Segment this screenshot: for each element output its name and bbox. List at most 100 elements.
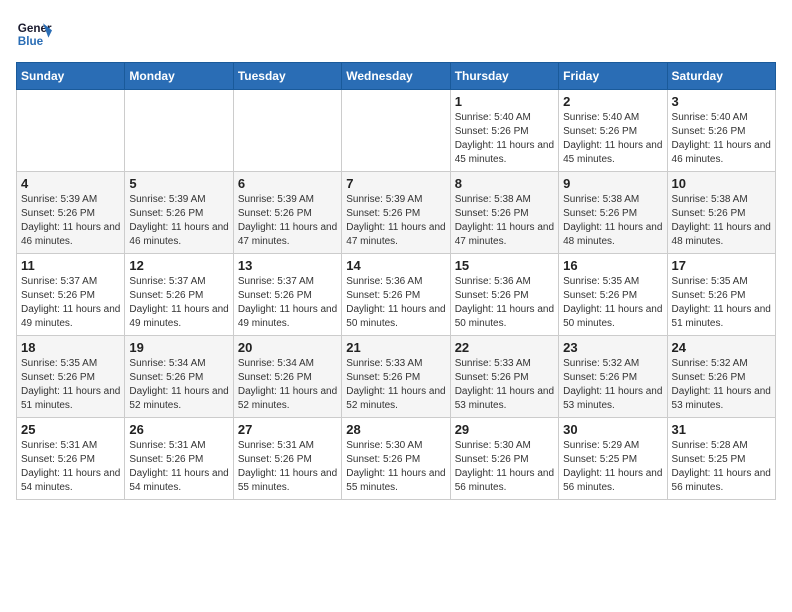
day-number: 11 <box>21 258 120 273</box>
calendar-cell: 19 Sunrise: 5:34 AMSunset: 5:26 PMDayligh… <box>125 336 233 418</box>
day-info: Sunrise: 5:31 AMSunset: 5:26 PMDaylight:… <box>129 439 228 495</box>
calendar-cell: 29 Sunrise: 5:30 AMSunset: 5:26 PMDayligh… <box>450 418 558 500</box>
svg-text:Blue: Blue <box>18 35 44 48</box>
calendar-body: 1 Sunrise: 5:40 AMSunset: 5:26 PMDaylight… <box>17 90 776 500</box>
calendar-cell: 16 Sunrise: 5:35 AMSunset: 5:26 PMDayligh… <box>559 254 667 336</box>
day-info: Sunrise: 5:28 AMSunset: 5:25 PMDaylight:… <box>672 439 771 495</box>
calendar-cell: 3Sunrise: 5:40 AMSunset: 5:26 PMDaylight… <box>667 90 775 172</box>
day-number: 29 <box>455 422 554 437</box>
day-info: Sunrise: 5:40 AMSunset: 5:26 PMDaylight:… <box>455 111 554 167</box>
calendar-cell: 1 Sunrise: 5:40 AMSunset: 5:26 PMDaylight… <box>450 90 558 172</box>
calendar-cell <box>17 90 125 172</box>
calendar-cell: 21Sunrise: 5:33 AMSunset: 5:26 PMDayligh… <box>342 336 450 418</box>
day-info: Sunrise: 5:30 AMSunset: 5:26 PMDaylight:… <box>455 439 554 495</box>
page-header: General Blue <box>16 16 776 52</box>
day-number: 10 <box>672 176 771 191</box>
day-number: 5 <box>129 176 228 191</box>
day-number: 26 <box>129 422 228 437</box>
weekday-header: Tuesday <box>233 63 341 90</box>
day-number: 6 <box>238 176 337 191</box>
calendar-cell: 13 Sunrise: 5:37 AMSunset: 5:26 PMDayligh… <box>233 254 341 336</box>
logo-icon: General Blue <box>16 16 52 52</box>
day-info: Sunrise: 5:34 AMSunset: 5:26 PMDaylight:… <box>238 357 337 413</box>
calendar-week-row: 18 Sunrise: 5:35 AMSunset: 5:26 PMDayligh… <box>17 336 776 418</box>
calendar-cell: 4 Sunrise: 5:39 AMSunset: 5:26 PMDaylight… <box>17 172 125 254</box>
day-number: 4 <box>21 176 120 191</box>
day-number: 3 <box>672 94 771 109</box>
day-info: Sunrise: 5:30 AMSunset: 5:26 PMDaylight:… <box>346 439 445 495</box>
day-number: 18 <box>21 340 120 355</box>
calendar-cell: 25 Sunrise: 5:31 AMSunset: 5:26 PMDayligh… <box>17 418 125 500</box>
day-info: Sunrise: 5:35 AMSunset: 5:26 PMDaylight:… <box>21 357 120 413</box>
day-number: 9 <box>563 176 662 191</box>
calendar-week-row: 4 Sunrise: 5:39 AMSunset: 5:26 PMDaylight… <box>17 172 776 254</box>
day-number: 7 <box>346 176 445 191</box>
day-number: 16 <box>563 258 662 273</box>
calendar-cell: 2 Sunrise: 5:40 AMSunset: 5:26 PMDaylight… <box>559 90 667 172</box>
weekday-header: Monday <box>125 63 233 90</box>
day-number: 22 <box>455 340 554 355</box>
calendar-cell <box>342 90 450 172</box>
day-info: Sunrise: 5:29 AMSunset: 5:25 PMDaylight:… <box>563 439 662 495</box>
day-info: Sunrise: 5:39 AMSunset: 5:26 PMDaylight:… <box>21 193 120 249</box>
calendar-cell: 20 Sunrise: 5:34 AMSunset: 5:26 PMDayligh… <box>233 336 341 418</box>
day-number: 31 <box>672 422 771 437</box>
calendar-cell: 30 Sunrise: 5:29 AMSunset: 5:25 PMDayligh… <box>559 418 667 500</box>
calendar-cell: 7 Sunrise: 5:39 AMSunset: 5:26 PMDaylight… <box>342 172 450 254</box>
day-number: 2 <box>563 94 662 109</box>
day-number: 13 <box>238 258 337 273</box>
day-number: 20 <box>238 340 337 355</box>
day-number: 12 <box>129 258 228 273</box>
day-info: Sunrise: 5:37 AMSunset: 5:26 PMDaylight:… <box>21 275 120 331</box>
day-number: 25 <box>21 422 120 437</box>
calendar-header: SundayMondayTuesdayWednesdayThursdayFrid… <box>17 63 776 90</box>
calendar-table: SundayMondayTuesdayWednesdayThursdayFrid… <box>16 62 776 500</box>
day-number: 17 <box>672 258 771 273</box>
calendar-cell: 28 Sunrise: 5:30 AMSunset: 5:26 PMDayligh… <box>342 418 450 500</box>
day-info: Sunrise: 5:35 AMSunset: 5:26 PMDaylight:… <box>563 275 662 331</box>
day-info: Sunrise: 5:38 AMSunset: 5:26 PMDaylight:… <box>455 193 554 249</box>
day-number: 8 <box>455 176 554 191</box>
calendar-week-row: 25 Sunrise: 5:31 AMSunset: 5:26 PMDayligh… <box>17 418 776 500</box>
calendar-cell: 27 Sunrise: 5:31 AMSunset: 5:26 PMDayligh… <box>233 418 341 500</box>
calendar-cell: 23 Sunrise: 5:32 AMSunset: 5:26 PMDayligh… <box>559 336 667 418</box>
day-info: Sunrise: 5:36 AMSunset: 5:26 PMDaylight:… <box>455 275 554 331</box>
day-info: Sunrise: 5:37 AMSunset: 5:26 PMDaylight:… <box>238 275 337 331</box>
day-info: Sunrise: 5:40 AMSunset: 5:26 PMDaylight:… <box>563 111 662 167</box>
day-number: 28 <box>346 422 445 437</box>
day-number: 23 <box>563 340 662 355</box>
day-info: Sunrise: 5:38 AMSunset: 5:26 PMDaylight:… <box>563 193 662 249</box>
calendar-cell <box>125 90 233 172</box>
calendar-cell <box>233 90 341 172</box>
day-number: 24 <box>672 340 771 355</box>
day-info: Sunrise: 5:39 AMSunset: 5:26 PMDaylight:… <box>346 193 445 249</box>
day-info: Sunrise: 5:39 AMSunset: 5:26 PMDaylight:… <box>238 193 337 249</box>
day-info: Sunrise: 5:33 AMSunset: 5:26 PMDaylight:… <box>346 357 445 413</box>
day-info: Sunrise: 5:36 AMSunset: 5:26 PMDaylight:… <box>346 275 445 331</box>
calendar-cell: 5 Sunrise: 5:39 AMSunset: 5:26 PMDaylight… <box>125 172 233 254</box>
weekday-header: Sunday <box>17 63 125 90</box>
day-info: Sunrise: 5:38 AMSunset: 5:26 PMDaylight:… <box>672 193 771 249</box>
day-info: Sunrise: 5:39 AMSunset: 5:26 PMDaylight:… <box>129 193 228 249</box>
day-info: Sunrise: 5:34 AMSunset: 5:26 PMDaylight:… <box>129 357 228 413</box>
day-info: Sunrise: 5:32 AMSunset: 5:26 PMDaylight:… <box>672 357 771 413</box>
calendar-cell: 6 Sunrise: 5:39 AMSunset: 5:26 PMDaylight… <box>233 172 341 254</box>
day-number: 1 <box>455 94 554 109</box>
calendar-cell: 17Sunrise: 5:35 AMSunset: 5:26 PMDayligh… <box>667 254 775 336</box>
calendar-cell: 15 Sunrise: 5:36 AMSunset: 5:26 PMDayligh… <box>450 254 558 336</box>
day-number: 30 <box>563 422 662 437</box>
day-info: Sunrise: 5:31 AMSunset: 5:26 PMDaylight:… <box>21 439 120 495</box>
calendar-week-row: 11 Sunrise: 5:37 AMSunset: 5:26 PMDayligh… <box>17 254 776 336</box>
calendar-cell: 31 Sunrise: 5:28 AMSunset: 5:25 PMDayligh… <box>667 418 775 500</box>
day-info: Sunrise: 5:32 AMSunset: 5:26 PMDaylight:… <box>563 357 662 413</box>
day-number: 15 <box>455 258 554 273</box>
calendar-week-row: 1 Sunrise: 5:40 AMSunset: 5:26 PMDaylight… <box>17 90 776 172</box>
weekday-header: Wednesday <box>342 63 450 90</box>
weekday-header: Thursday <box>450 63 558 90</box>
day-number: 19 <box>129 340 228 355</box>
day-number: 27 <box>238 422 337 437</box>
calendar-cell: 8 Sunrise: 5:38 AMSunset: 5:26 PMDaylight… <box>450 172 558 254</box>
calendar-cell: 26 Sunrise: 5:31 AMSunset: 5:26 PMDayligh… <box>125 418 233 500</box>
day-info: Sunrise: 5:31 AMSunset: 5:26 PMDaylight:… <box>238 439 337 495</box>
day-number: 14 <box>346 258 445 273</box>
